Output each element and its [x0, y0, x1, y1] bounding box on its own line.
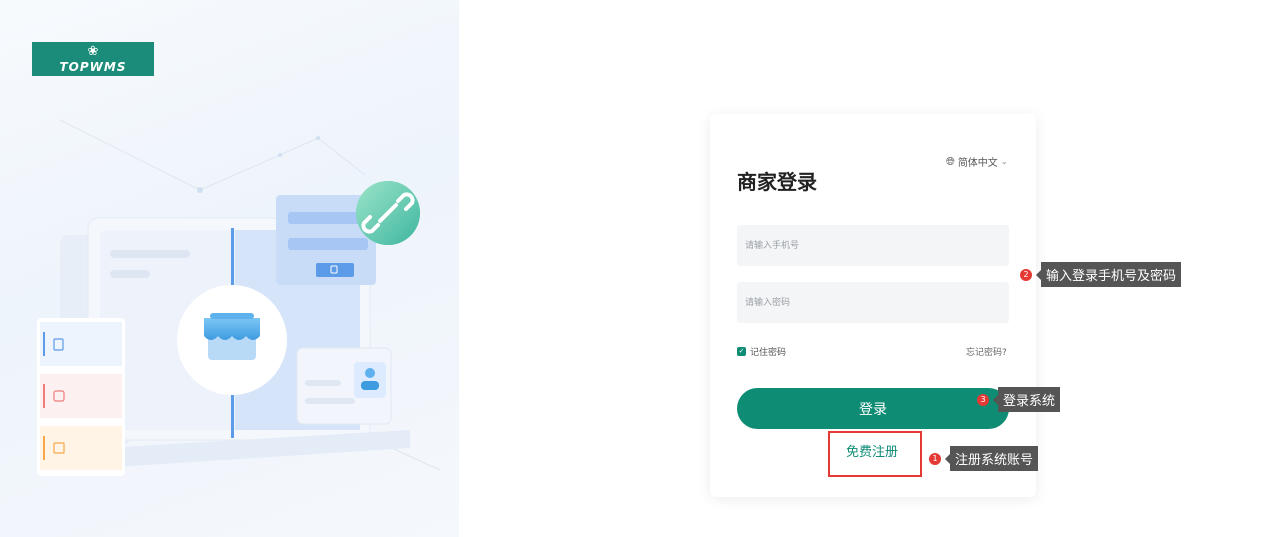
annotation-number: 1: [929, 452, 941, 465]
warehouse-illustration: [37, 119, 441, 476]
login-button[interactable]: 登录: [737, 388, 1009, 429]
logo-wordmark: TOPWMS: [59, 60, 127, 74]
annotation-text: 输入登录手机号及密码: [1041, 262, 1182, 287]
language-label: 简体中文: [957, 158, 998, 169]
remember-label: 记住密码: [750, 348, 787, 358]
chevron-down-icon: ⌄: [1000, 157, 1008, 166]
login-page: ❀ TOPWMS 🌐︎ 简体中文 ⌄ 商家登录 ✓ 记住密码 忘记密码? 登录 …: [0, 0, 1265, 537]
free-register-link[interactable]: 免费注册: [846, 441, 898, 460]
language-selector[interactable]: 🌐︎ 简体中文 ⌄: [946, 154, 1008, 170]
remember-password-checkbox[interactable]: ✓ 记住密码: [737, 345, 786, 358]
illustration-panel: ❀ TOPWMS: [0, 0, 459, 537]
globe-icon: 🌐︎: [946, 154, 955, 168]
checkbox-checked-icon: ✓: [737, 347, 746, 356]
annotation-credentials: 2 输入登录手机号及密码: [1020, 262, 1182, 287]
topwms-logo: ❀ TOPWMS: [32, 42, 154, 76]
page-title: 商家登录: [737, 170, 817, 194]
annotation-register: 1 注册系统账号: [929, 446, 1039, 471]
annotation-text: 注册系统账号: [950, 446, 1039, 471]
annotation-login: 3 登录系统: [977, 387, 1061, 412]
forgot-password-link[interactable]: 忘记密码?: [966, 345, 1007, 358]
logo-mark-icon: ❀: [87, 44, 99, 59]
phone-input[interactable]: [737, 225, 1009, 266]
password-input[interactable]: [737, 282, 1009, 323]
annotation-number: 2: [1020, 268, 1032, 281]
annotation-number: 3: [977, 393, 989, 406]
annotation-text: 登录系统: [998, 387, 1061, 412]
